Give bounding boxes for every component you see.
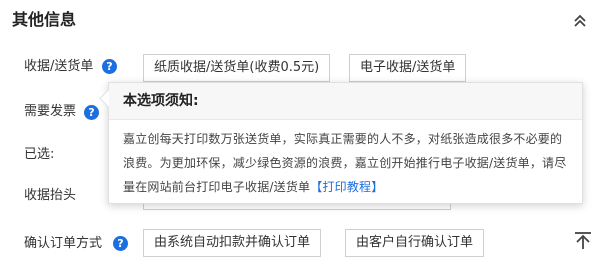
confirm-method-label: 确认订单方式 [24,236,103,251]
receipt-header-label: 收据抬头 [24,188,77,203]
invoice-label: 需要发票 [24,104,77,119]
confirm-auto-option[interactable]: 由系统自动扣款并确认订单 [143,229,322,257]
receipt-label: 收据/送货单 [24,59,94,74]
tooltip-title: 本选项须知: [123,93,199,109]
info-tooltip: 本选项须知: 嘉立创每天打印数万张送货单，实际真正需要的人不多，对纸张造成很多不… [99,82,583,204]
tooltip-body: 嘉立创每天打印数万张送货单，实际真正需要的人不多，对纸张造成很多不必要的浪费。为… [123,127,571,199]
confirm-manual-option[interactable]: 由客户自行确认订单 [345,229,485,257]
selected-label: 已选: [24,147,55,162]
question-circle-icon[interactable]: ? [84,105,99,120]
scroll-to-top-icon[interactable] [573,230,593,250]
print-tutorial-link[interactable]: 【打印教程】 [310,180,383,194]
receipt-paper-option[interactable]: 纸质收据/送货单(收费0.5元) [143,54,331,82]
double-chevron-up-icon[interactable] [571,12,589,30]
section-title: 其他信息 [12,10,77,29]
question-circle-icon[interactable]: ? [113,236,128,251]
question-circle-icon[interactable]: ? [102,59,117,74]
receipt-electronic-option[interactable]: 电子收据/送货单 [349,54,467,82]
